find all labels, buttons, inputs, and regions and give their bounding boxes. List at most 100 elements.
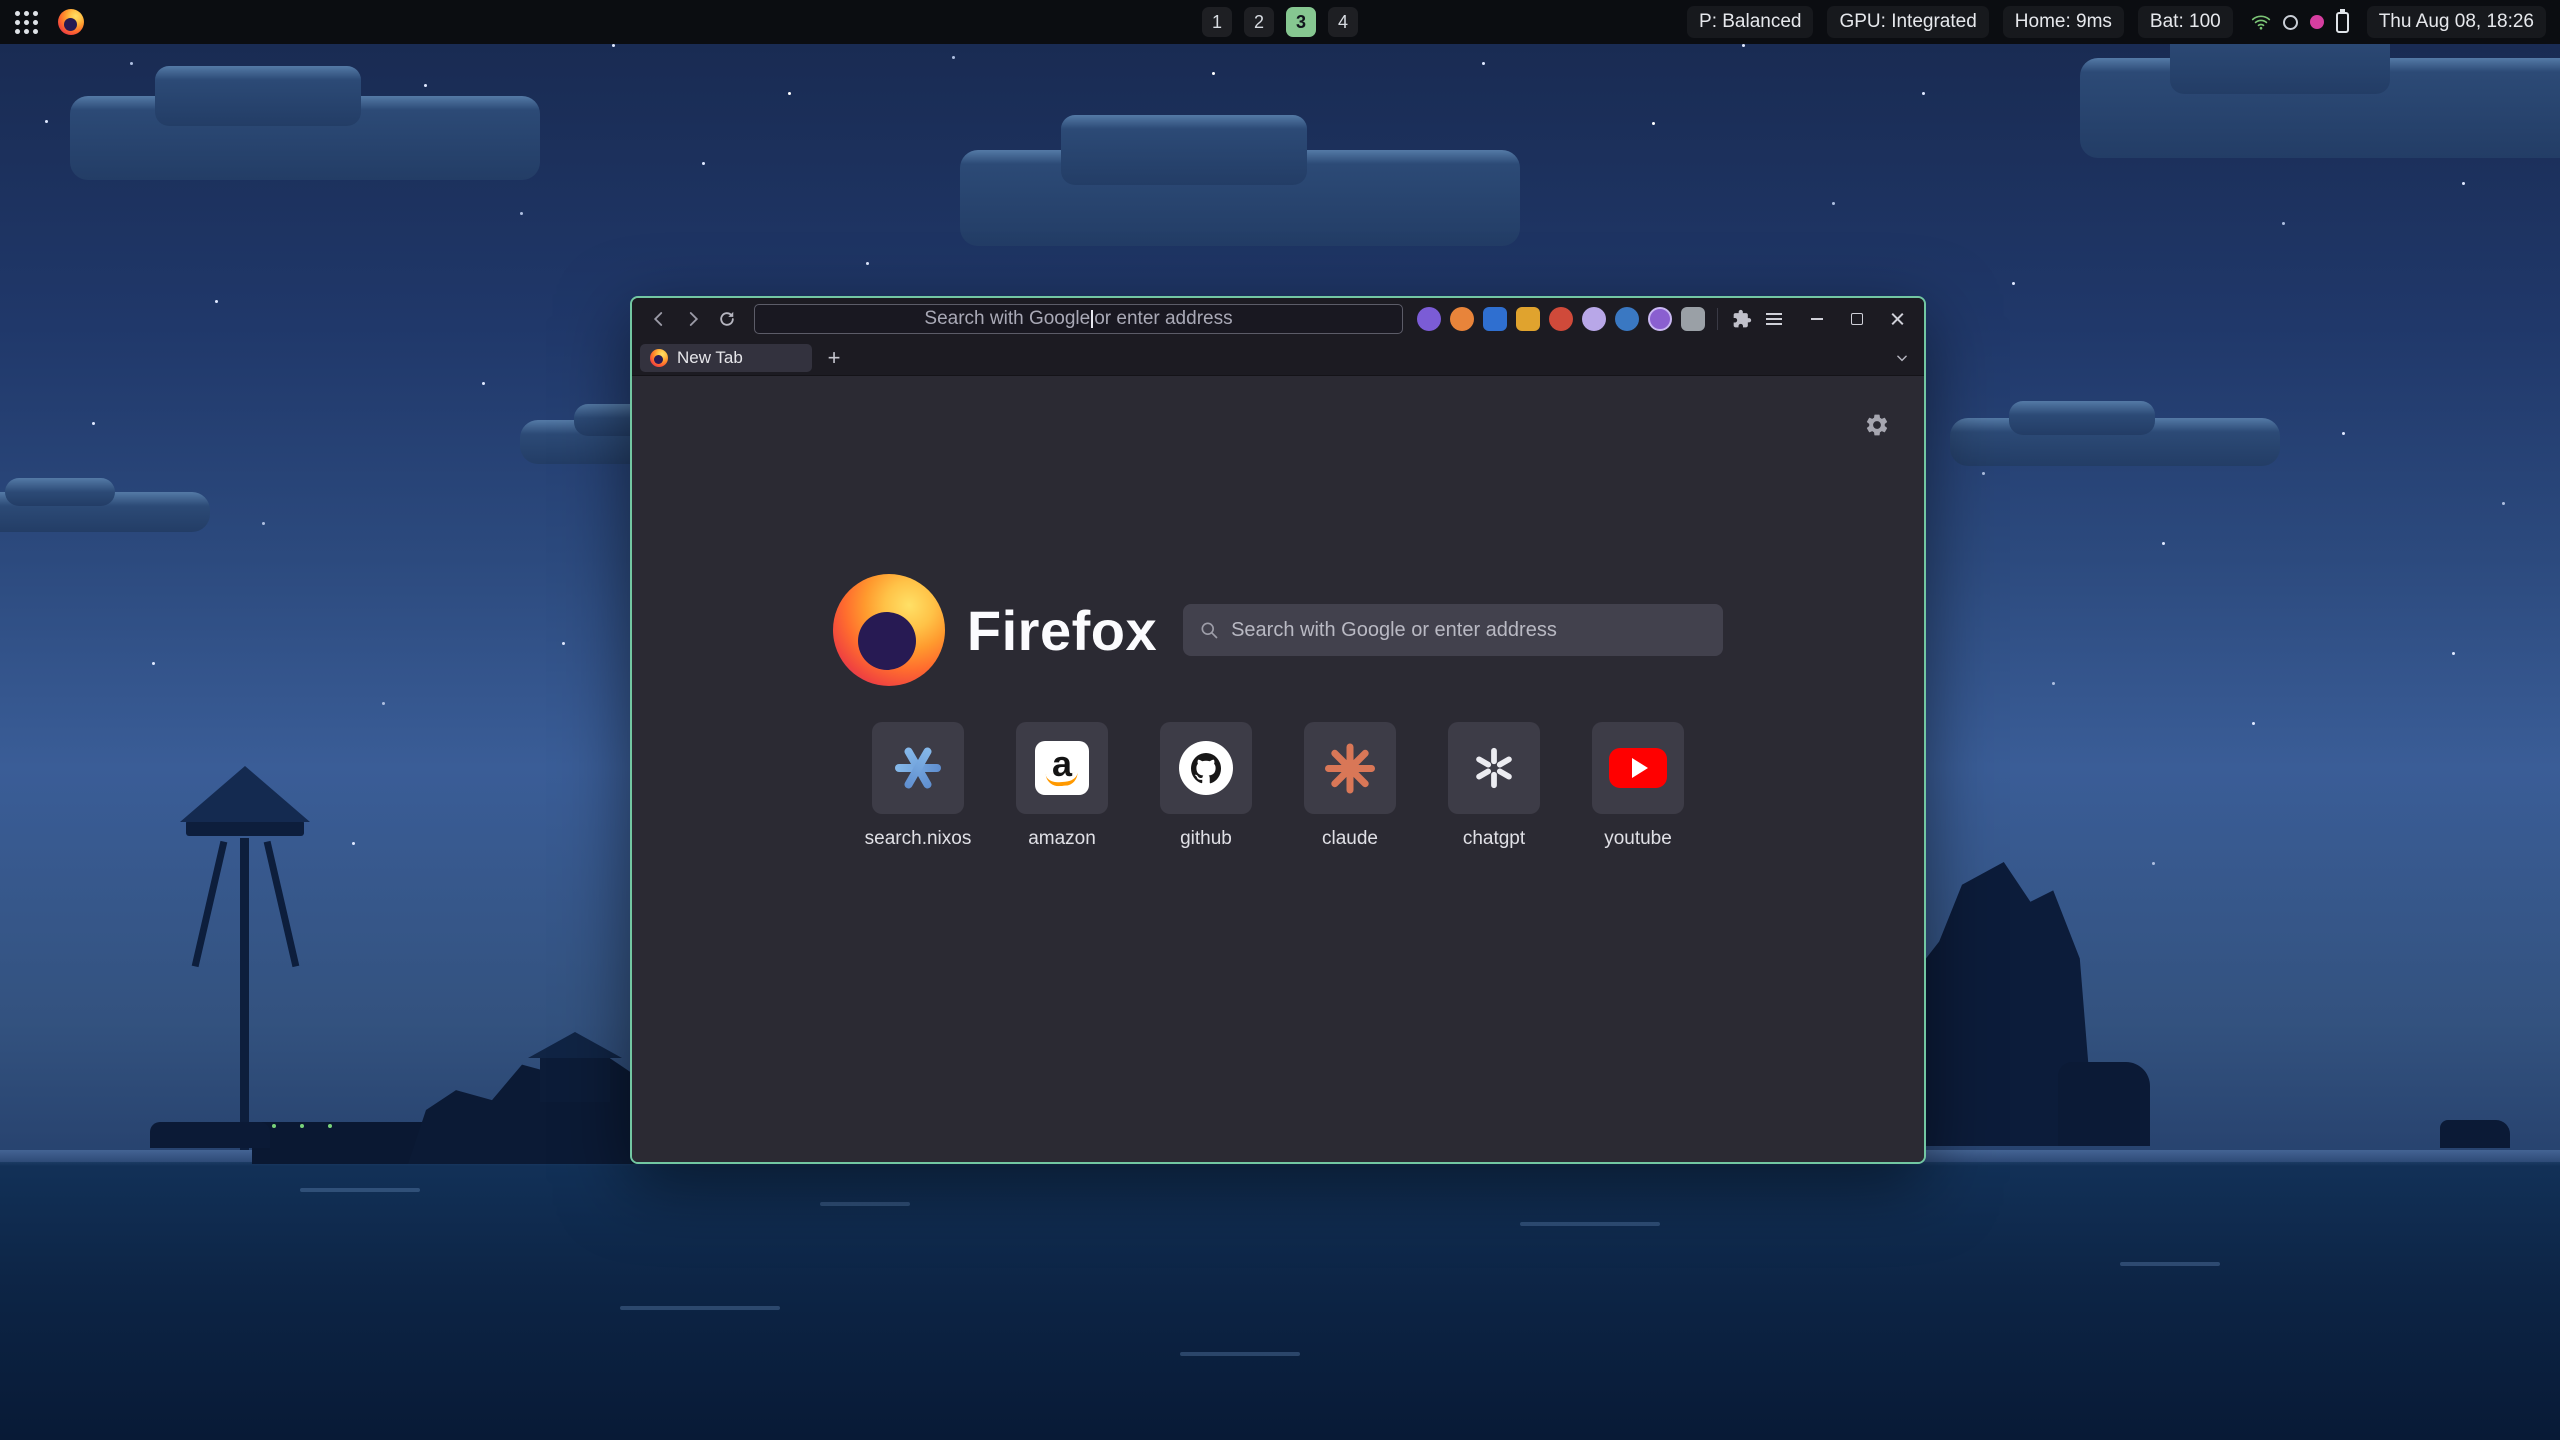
cloud xyxy=(2080,58,2560,158)
cliff-right-small xyxy=(2058,1062,2150,1146)
tab-overflow-button[interactable] xyxy=(1888,344,1916,372)
gpu-status: GPU: Integrated xyxy=(1827,6,1988,38)
shortcut-label: claude xyxy=(1322,828,1378,850)
apps-grid-icon[interactable] xyxy=(14,10,38,34)
firefox-wordmark: Firefox xyxy=(967,598,1157,663)
shortcut-youtube[interactable]: youtube xyxy=(1592,722,1684,850)
reload-button[interactable] xyxy=(710,304,744,334)
battery-status: Bat: 100 xyxy=(2138,6,2233,38)
reload-icon xyxy=(717,309,737,329)
text-caret xyxy=(1091,310,1093,328)
cloud xyxy=(1950,418,2280,466)
shortcut-tile xyxy=(872,722,964,814)
nixos-snowflake-icon xyxy=(892,742,944,794)
extension-icon-5[interactable] xyxy=(1549,307,1573,331)
shortcut-tile: a xyxy=(1016,722,1108,814)
gear-icon xyxy=(1864,412,1890,438)
firefox-logo xyxy=(833,574,945,686)
desktop: 1 2 3 4 P: Balanced GPU: Integrated Home… xyxy=(0,0,2560,1440)
extension-icon-8[interactable] xyxy=(1648,307,1672,331)
shortcut-claude[interactable]: claude xyxy=(1304,722,1396,850)
wave-streak xyxy=(1180,1352,1300,1356)
rock-far-right xyxy=(2440,1120,2510,1148)
youtube-play-icon xyxy=(1609,748,1667,788)
extension-icon-3[interactable] xyxy=(1483,307,1507,331)
shortcut-label: youtube xyxy=(1604,828,1672,850)
system-tray xyxy=(2247,12,2353,33)
tab-favicon xyxy=(650,349,668,367)
cloud xyxy=(70,96,540,180)
extensions-menu-button[interactable] xyxy=(1726,305,1758,333)
extension-toolbar xyxy=(1417,307,1705,331)
extension-icon-4[interactable] xyxy=(1516,307,1540,331)
battery-icon[interactable] xyxy=(2336,12,2349,33)
search-icon xyxy=(1199,620,1219,640)
forward-button[interactable] xyxy=(676,304,710,334)
github-octocat-icon xyxy=(1179,741,1233,795)
shortcut-chatgpt[interactable]: chatgpt xyxy=(1448,722,1540,850)
shortcut-label: chatgpt xyxy=(1463,828,1525,850)
workspace-1[interactable]: 1 xyxy=(1202,7,1232,37)
amazon-icon: a xyxy=(1035,741,1089,795)
workspace-switcher: 1 2 3 4 xyxy=(1202,7,1358,37)
firefox-launcher-icon[interactable] xyxy=(58,9,84,35)
browser-toolbar: Search with Google or enter address xyxy=(632,298,1924,340)
tray-magenta-icon[interactable] xyxy=(2310,15,2324,29)
shortcut-amazon[interactable]: a amazon xyxy=(1016,722,1108,850)
shortcut-label: github xyxy=(1180,828,1232,850)
maximize-button[interactable] xyxy=(1840,306,1874,332)
wallpaper-ocean xyxy=(0,1162,2560,1440)
chevron-right-icon xyxy=(684,310,702,328)
latency-status: Home: 9ms xyxy=(2003,6,2124,38)
extension-icon-1[interactable] xyxy=(1417,307,1441,331)
workspace-3-active[interactable]: 3 xyxy=(1286,7,1316,37)
workspace-2[interactable]: 2 xyxy=(1244,7,1274,37)
wave-streak xyxy=(620,1306,780,1310)
new-tab-page: Firefox search.nixos xyxy=(632,376,1924,1162)
shortcut-label: search.nixos xyxy=(865,828,972,850)
newtab-hero: Firefox xyxy=(833,574,1723,686)
hamburger-icon xyxy=(1766,313,1782,325)
watchtower-platform xyxy=(186,820,304,836)
extension-icon-6[interactable] xyxy=(1582,307,1606,331)
chatgpt-knot-icon xyxy=(1471,745,1517,791)
urlbar-placeholder-right: or enter address xyxy=(1094,308,1232,330)
wave-streak xyxy=(2120,1262,2220,1266)
claude-starburst-icon xyxy=(1324,742,1376,794)
close-button[interactable] xyxy=(1880,306,1914,332)
rock-left xyxy=(150,1122,270,1148)
shortcut-search-nixos[interactable]: search.nixos xyxy=(872,722,964,850)
extension-icon-7[interactable] xyxy=(1615,307,1639,331)
wifi-icon[interactable] xyxy=(2251,12,2271,32)
newtab-search-box[interactable] xyxy=(1183,604,1723,656)
cloud xyxy=(960,150,1520,246)
shortcut-tile xyxy=(1592,722,1684,814)
firefox-window: Search with Google or enter address xyxy=(630,296,1926,1164)
island-hut xyxy=(540,1056,610,1102)
puzzle-icon xyxy=(1732,309,1752,329)
back-button[interactable] xyxy=(642,304,676,334)
toolbar-separator xyxy=(1717,308,1718,330)
minimize-button[interactable] xyxy=(1800,306,1834,332)
url-bar[interactable]: Search with Google or enter address xyxy=(754,304,1403,334)
tab-title: New Tab xyxy=(677,348,743,368)
watchtower-roof xyxy=(180,766,310,822)
chevron-left-icon xyxy=(650,310,668,328)
island-lights xyxy=(272,1124,276,1128)
shortcut-github[interactable]: github xyxy=(1160,722,1252,850)
wave-streak xyxy=(300,1188,420,1192)
settings-gear-button[interactable] xyxy=(1864,412,1890,443)
clock: Thu Aug 08, 18:26 xyxy=(2367,6,2546,38)
extension-icon-2[interactable] xyxy=(1450,307,1474,331)
tray-circle-icon[interactable] xyxy=(2283,15,2298,30)
tab-new-tab[interactable]: New Tab xyxy=(640,344,812,372)
urlbar-placeholder-left: Search with Google xyxy=(924,308,1090,330)
app-menu-button[interactable] xyxy=(1758,305,1790,333)
workspace-4[interactable]: 4 xyxy=(1328,7,1358,37)
new-tab-button[interactable]: + xyxy=(820,344,848,372)
window-controls xyxy=(1800,306,1914,332)
shortcut-tile xyxy=(1304,722,1396,814)
newtab-search-input[interactable] xyxy=(1231,619,1707,642)
tab-bar: New Tab + xyxy=(632,340,1924,376)
extension-icon-9[interactable] xyxy=(1681,307,1705,331)
